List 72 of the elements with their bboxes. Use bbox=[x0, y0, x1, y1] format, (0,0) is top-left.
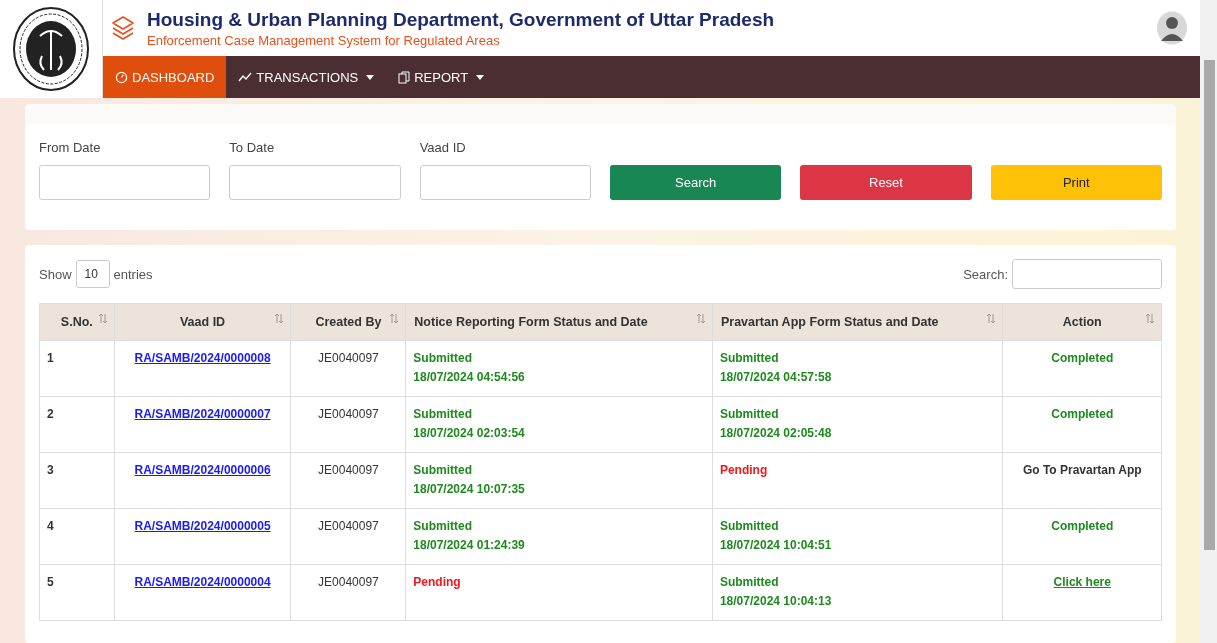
status-cell: Pending bbox=[712, 452, 1003, 509]
action-text: Completed bbox=[1051, 351, 1114, 365]
action-text: Completed bbox=[1051, 407, 1114, 421]
status-cell: Submitted 18/07/2024 02:03:54 bbox=[405, 396, 713, 453]
caret-icon bbox=[476, 74, 485, 80]
field-label: Vaad ID bbox=[419, 140, 467, 155]
vaad-id-link[interactable]: RA/SAMB/2024/0000005 bbox=[134, 519, 271, 533]
input-field[interactable] bbox=[229, 165, 401, 200]
column-header[interactable]: S.No. bbox=[39, 303, 115, 341]
show-label: Show bbox=[39, 266, 72, 282]
page-title: Housing & Urban Planning Department, Government of Uttar Pradesh bbox=[147, 8, 776, 31]
table-cell: JE0040097 bbox=[291, 564, 406, 621]
table-cell: JE0040097 bbox=[291, 452, 406, 509]
column-header[interactable]: Vaad ID bbox=[114, 303, 291, 341]
entries-label: entries bbox=[113, 266, 153, 282]
table-cell: JE0040097 bbox=[291, 340, 406, 397]
trend-icon bbox=[238, 72, 253, 82]
action-text: Completed bbox=[1051, 519, 1114, 533]
sort-icon bbox=[695, 313, 706, 324]
action-button[interactable]: Reset bbox=[800, 165, 972, 200]
field-label: From Date bbox=[39, 140, 102, 155]
status-cell: Submitted 18/07/2024 04:57:58 bbox=[712, 340, 1003, 397]
column-header[interactable]: Pravartan App Form Status and Date bbox=[712, 303, 1003, 341]
status-cell: Submitted 18/07/2024 10:04:51 bbox=[712, 508, 1003, 565]
status-cell: Submitted 18/07/2024 01:24:39 bbox=[405, 508, 713, 565]
action-text[interactable]: Go To Pravartan App bbox=[1022, 463, 1142, 477]
page-size-select[interactable]: 10 bbox=[75, 260, 110, 288]
column-header[interactable]: Notice Reporting Form Status and Date bbox=[405, 303, 713, 341]
vaad-id-link[interactable]: RA/SAMB/2024/0000008 bbox=[134, 351, 271, 365]
vaad-id-link[interactable]: RA/SAMB/2024/0000007 bbox=[134, 407, 271, 421]
field-label: To Date bbox=[229, 140, 276, 155]
search-field[interactable] bbox=[1012, 259, 1162, 289]
action-button[interactable]: Print bbox=[990, 165, 1162, 200]
gauge-icon bbox=[115, 70, 128, 84]
table-cell: 3 bbox=[39, 452, 115, 509]
table-cell: 4 bbox=[39, 508, 115, 565]
status-cell: Submitted 18/07/2024 02:05:48 bbox=[712, 396, 1003, 453]
document-icon bbox=[398, 70, 411, 84]
nav-label: REPORT bbox=[414, 69, 469, 85]
nav-item[interactable]: REPORT bbox=[386, 56, 497, 98]
input-field[interactable] bbox=[39, 165, 211, 200]
sort-icon bbox=[97, 313, 108, 324]
table-cell: 5 bbox=[39, 564, 115, 621]
sort-icon bbox=[274, 313, 285, 324]
table-cell: 2 bbox=[39, 396, 115, 453]
table-cell: JE0040097 bbox=[291, 508, 406, 565]
table-cell: JE0040097 bbox=[291, 396, 406, 453]
nav-label: DASHBOARD bbox=[132, 69, 215, 85]
caret-icon bbox=[366, 74, 375, 80]
action-link[interactable]: Click here bbox=[1053, 575, 1111, 589]
action-button[interactable]: Search bbox=[610, 165, 782, 200]
status-cell: Submitted 18/07/2024 10:04:13 bbox=[712, 564, 1003, 621]
status-cell: Submitted 18/07/2024 04:54:56 bbox=[405, 340, 713, 397]
vaad-id-link[interactable]: RA/SAMB/2024/0000006 bbox=[134, 463, 271, 477]
sort-icon bbox=[986, 313, 997, 324]
vaad-id-link[interactable]: RA/SAMB/2024/0000004 bbox=[134, 575, 271, 589]
layers-icon bbox=[111, 15, 135, 41]
search-label: Search: bbox=[963, 266, 1008, 282]
column-header[interactable]: Created By bbox=[291, 303, 406, 341]
status-cell: Pending bbox=[405, 564, 713, 621]
avatar-icon[interactable] bbox=[1156, 11, 1188, 45]
column-header[interactable]: Action bbox=[1003, 303, 1162, 341]
sort-icon bbox=[389, 313, 400, 324]
scrollbar[interactable] bbox=[1200, 0, 1217, 643]
page-subtitle: Enforcement Case Management System for Regulated Areas bbox=[147, 32, 501, 48]
nav-item[interactable]: TRANSACTIONS bbox=[226, 56, 387, 98]
nav-item[interactable]: DASHBOARD bbox=[103, 56, 227, 98]
sort-icon bbox=[1145, 313, 1155, 324]
table-cell: 1 bbox=[39, 340, 115, 397]
nav-label: TRANSACTIONS bbox=[256, 69, 359, 85]
input-field[interactable] bbox=[419, 165, 591, 200]
status-cell: Submitted 18/07/2024 10:07:35 bbox=[405, 452, 713, 509]
